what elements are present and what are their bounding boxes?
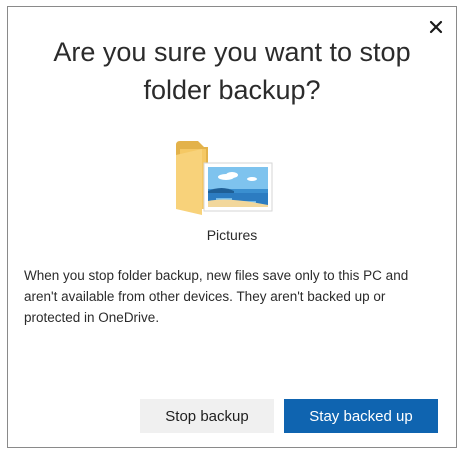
dialog-message: When you stop folder backup, new files s… [24,268,409,325]
close-icon [429,20,443,34]
stop-backup-button[interactable]: Stop backup [140,399,274,433]
folder-label: Pictures [206,227,258,243]
stay-backed-up-button[interactable]: Stay backed up [284,399,438,433]
stop-backup-dialog: Are you sure you want to stop folder bac… [7,6,457,448]
dialog-title: Are you sure you want to stop folder bac… [53,37,411,105]
pictures-folder-icon [172,135,280,221]
